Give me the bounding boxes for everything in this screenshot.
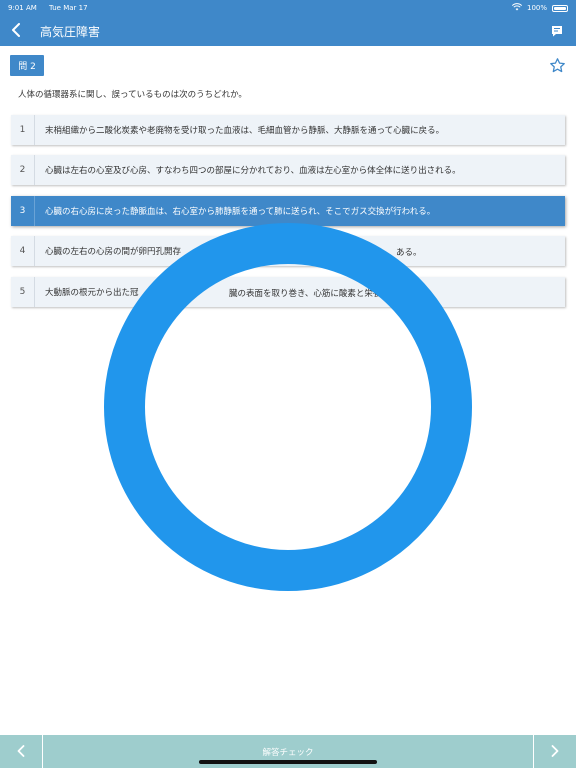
next-question-button[interactable]	[533, 735, 576, 768]
chat-button[interactable]	[550, 23, 566, 39]
option-text: 末梢組織から二酸化炭素や老廃物を受け取った血液は、毛細血管から静脈、大静脈を通っ…	[45, 126, 445, 136]
wifi-icon	[511, 3, 523, 13]
option-number: 5	[11, 277, 35, 307]
answer-option-1[interactable]: 1 末梢組織から二酸化炭素や老廃物を受け取った血液は、毛細血管から静脈、大静脈を…	[11, 115, 565, 145]
option-text: 心臓の右心房に戻った静脈血は、右心室から肺静脈を通って肺に送られ、そこでガス交換…	[45, 207, 436, 217]
option-text: 心臓は左右の心室及び心房、すなわち四つの部屋に分かれており、血液は左心室から体全…	[45, 166, 461, 176]
option-number: 4	[11, 236, 35, 266]
page-title: 高気圧障害	[40, 24, 101, 39]
status-left: 9:01 AM Tue Mar 17	[8, 4, 98, 12]
chevron-left-icon	[11, 22, 21, 41]
nav-bar: 高気圧障害	[0, 16, 576, 46]
answer-option-2[interactable]: 2 心臓は左右の心室及び心房、すなわち四つの部屋に分かれており、血液は左心室から…	[11, 155, 565, 185]
question-number-badge: 問 2	[10, 55, 44, 76]
star-outline-icon	[549, 58, 566, 78]
previous-question-button[interactable]	[0, 735, 43, 768]
battery-fill	[554, 6, 566, 10]
loading-ring	[104, 223, 472, 591]
home-indicator	[199, 760, 377, 764]
option-text: 大動脈の根元から出た冠	[45, 288, 139, 298]
battery-percent: 100%	[526, 4, 547, 12]
status-right: 100%	[511, 3, 568, 13]
bookmark-button[interactable]	[549, 57, 566, 74]
chevron-right-icon	[551, 742, 559, 761]
answer-option-3[interactable]: 3 心臓の右心房に戻った静脈血は、右心室から肺静脈を通って肺に送られ、そこでガス…	[11, 196, 565, 226]
option-number: 2	[11, 155, 35, 185]
status-time: 9:01 AM	[8, 4, 37, 12]
back-button[interactable]	[0, 16, 32, 46]
option-number: 3	[11, 196, 35, 226]
option-text: 心臓の左右の心房の間が卵円孔開存	[45, 247, 182, 257]
option-number: 1	[11, 115, 35, 145]
battery-icon	[552, 4, 568, 12]
status-bar: 9:01 AM Tue Mar 17 100%	[0, 0, 576, 16]
chat-bubble-icon	[550, 23, 564, 42]
chevron-left-icon	[17, 742, 25, 761]
status-date: Tue Mar 17	[49, 4, 88, 12]
option-text-tail: ある。	[396, 248, 422, 258]
question-text: 人体の循環器系に関し、誤っているものは次のうちどれか。	[18, 90, 247, 100]
